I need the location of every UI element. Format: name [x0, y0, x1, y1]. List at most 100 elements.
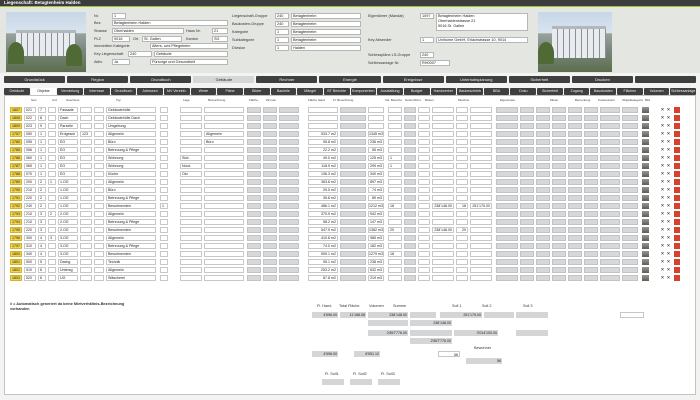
cell-m2[interactable] — [456, 195, 468, 201]
cell-g2[interactable] — [48, 155, 56, 161]
cell-nr[interactable]: 1807 — [10, 107, 22, 113]
remove-icon[interactable]: ✕ — [660, 227, 665, 233]
cell-typ[interactable]: Betreuung & Pflege — [106, 195, 156, 201]
cell-m3[interactable] — [470, 163, 492, 169]
cell-m1[interactable] — [432, 155, 454, 161]
cell-vol[interactable]: 1279 m3 — [368, 251, 384, 257]
cell-lage[interactable] — [180, 251, 202, 257]
cell-lage[interactable] — [180, 227, 202, 233]
cell-np[interactable] — [388, 123, 402, 129]
cell-nr[interactable]: 1809 — [10, 123, 22, 129]
cell-np[interactable] — [388, 195, 402, 201]
delete-button[interactable] — [674, 187, 680, 193]
cell-bez[interactable] — [204, 275, 244, 281]
tab-sub[interactable]: Zugang — [563, 88, 590, 95]
cell-np[interactable] — [388, 235, 402, 241]
cell-m2[interactable] — [456, 155, 468, 161]
cell-typ[interactable]: Allgemein — [106, 131, 156, 137]
cell-anz[interactable]: 6 — [38, 267, 46, 273]
clear-icon[interactable]: ✕ — [666, 107, 671, 113]
cell-bez[interactable]: Allgemein — [204, 131, 244, 137]
cell-m2[interactable] — [456, 123, 468, 129]
cell-z[interactable] — [160, 131, 168, 137]
cell-g2[interactable] — [48, 267, 56, 273]
cell-lage[interactable] — [180, 187, 202, 193]
cell-g6[interactable] — [418, 275, 430, 281]
cell-b1[interactable] — [94, 251, 104, 257]
cell-anz[interactable]: 8 — [38, 115, 46, 121]
cell-bez[interactable] — [204, 179, 244, 185]
cell-b1[interactable] — [94, 107, 104, 113]
eigentuemer-address[interactable]: Betagtenheim Halden Oberhaldenstrasse 21… — [436, 13, 528, 31]
tab-sub[interactable]: MV Vereinb. — [163, 88, 190, 95]
cell-sort[interactable]: 210 — [24, 211, 36, 217]
cell-geschoss[interactable]: Dach — [58, 115, 78, 121]
cell-m3[interactable] — [470, 243, 492, 249]
cell-anz[interactable]: 2 — [38, 203, 46, 209]
cell-typ[interactable]: Technik — [106, 259, 156, 265]
delete-button[interactable] — [674, 227, 680, 233]
cell-g6[interactable] — [418, 251, 430, 257]
clear-icon[interactable]: ✕ — [666, 259, 671, 265]
cell-m1[interactable]: 238'148.00 — [432, 203, 454, 209]
tab-sub[interactable]: Schliessanlage — [670, 88, 697, 95]
cell-lage2[interactable] — [80, 243, 92, 249]
cell-g2[interactable] — [48, 123, 56, 129]
remove-icon[interactable]: ✕ — [660, 179, 665, 185]
cell-lage[interactable] — [180, 131, 202, 137]
tab-main[interactable]: Drucken — [571, 76, 633, 83]
nr-field[interactable]: 1 — [112, 13, 126, 19]
row-image-thumb[interactable] — [642, 275, 649, 281]
cell-anz[interactable]: 4 — [38, 251, 46, 257]
cell-vol[interactable]: 897 m3 — [368, 179, 384, 185]
cell-nr[interactable]: 1757 — [10, 131, 22, 137]
cell-np[interactable]: 1 — [388, 163, 402, 169]
cell-m1[interactable] — [432, 211, 454, 217]
cell-geschoss[interactable]: 3.OG — [58, 251, 78, 257]
cell-g2[interactable] — [48, 251, 56, 257]
cell-fl[interactable] — [308, 107, 338, 113]
cell-m2[interactable] — [456, 179, 468, 185]
remove-icon[interactable]: ✕ — [660, 235, 665, 241]
haus-field[interactable]: 21 — [212, 28, 228, 34]
cell-geschoss[interactable]: 1.OG — [58, 187, 78, 193]
cell-typ[interactable]: Betreuung & Pflege — [106, 219, 156, 225]
clear-icon[interactable]: ✕ — [666, 267, 671, 273]
cell-z[interactable] — [160, 275, 168, 281]
subkategorie-num[interactable]: 1 — [275, 37, 289, 43]
clear-icon[interactable]: ✕ — [666, 171, 671, 177]
cell-typ[interactable]: Büro — [106, 187, 156, 193]
delete-button[interactable] — [674, 195, 680, 201]
cell-lage[interactable] — [180, 147, 202, 153]
tab-sub[interactable]: BT Berichte — [323, 88, 350, 95]
cell-g2[interactable] — [48, 187, 56, 193]
cell-lage2[interactable] — [80, 187, 92, 193]
cell-fl[interactable]: 95.8 m2 — [308, 139, 338, 145]
cell-fl[interactable] — [308, 115, 338, 121]
cell-np[interactable] — [388, 179, 402, 185]
cell-m2[interactable] — [456, 107, 468, 113]
cell-g2[interactable] — [48, 275, 56, 281]
cell-lage2[interactable] — [80, 251, 92, 257]
cell-anz[interactable]: 1 — [38, 147, 46, 153]
delete-button[interactable] — [674, 243, 680, 249]
cell-g2[interactable] — [48, 139, 56, 145]
cell-g6[interactable] — [418, 203, 430, 209]
cell-g2[interactable]: 2 — [48, 211, 56, 217]
cell-vol[interactable]: 340 m3 — [368, 171, 384, 177]
cell-lage2[interactable] — [80, 227, 92, 233]
table-row[interactable]: 1801 500 5 Dachg Technik 95.1 m2 238 m3 ✕ ✕ — [10, 259, 686, 266]
remove-icon[interactable]: ✕ — [660, 219, 665, 225]
cell-bez[interactable] — [204, 163, 244, 169]
cell-z[interactable] — [160, 195, 168, 201]
cell-anz[interactable]: 4 — [38, 243, 46, 249]
tab-sub[interactable]: Ausstattung — [377, 88, 403, 95]
cell-b1[interactable] — [94, 147, 104, 153]
tab-sub[interactable]: Sicherheit — [537, 88, 563, 95]
cell-b1[interactable] — [94, 139, 104, 145]
remove-icon[interactable]: ✕ — [660, 147, 665, 153]
cell-typ[interactable]: Allgemein — [106, 211, 156, 217]
cell-m1[interactable] — [432, 163, 454, 169]
row-image-thumb[interactable] — [642, 123, 649, 129]
cell-np[interactable]: 18 — [388, 203, 402, 209]
